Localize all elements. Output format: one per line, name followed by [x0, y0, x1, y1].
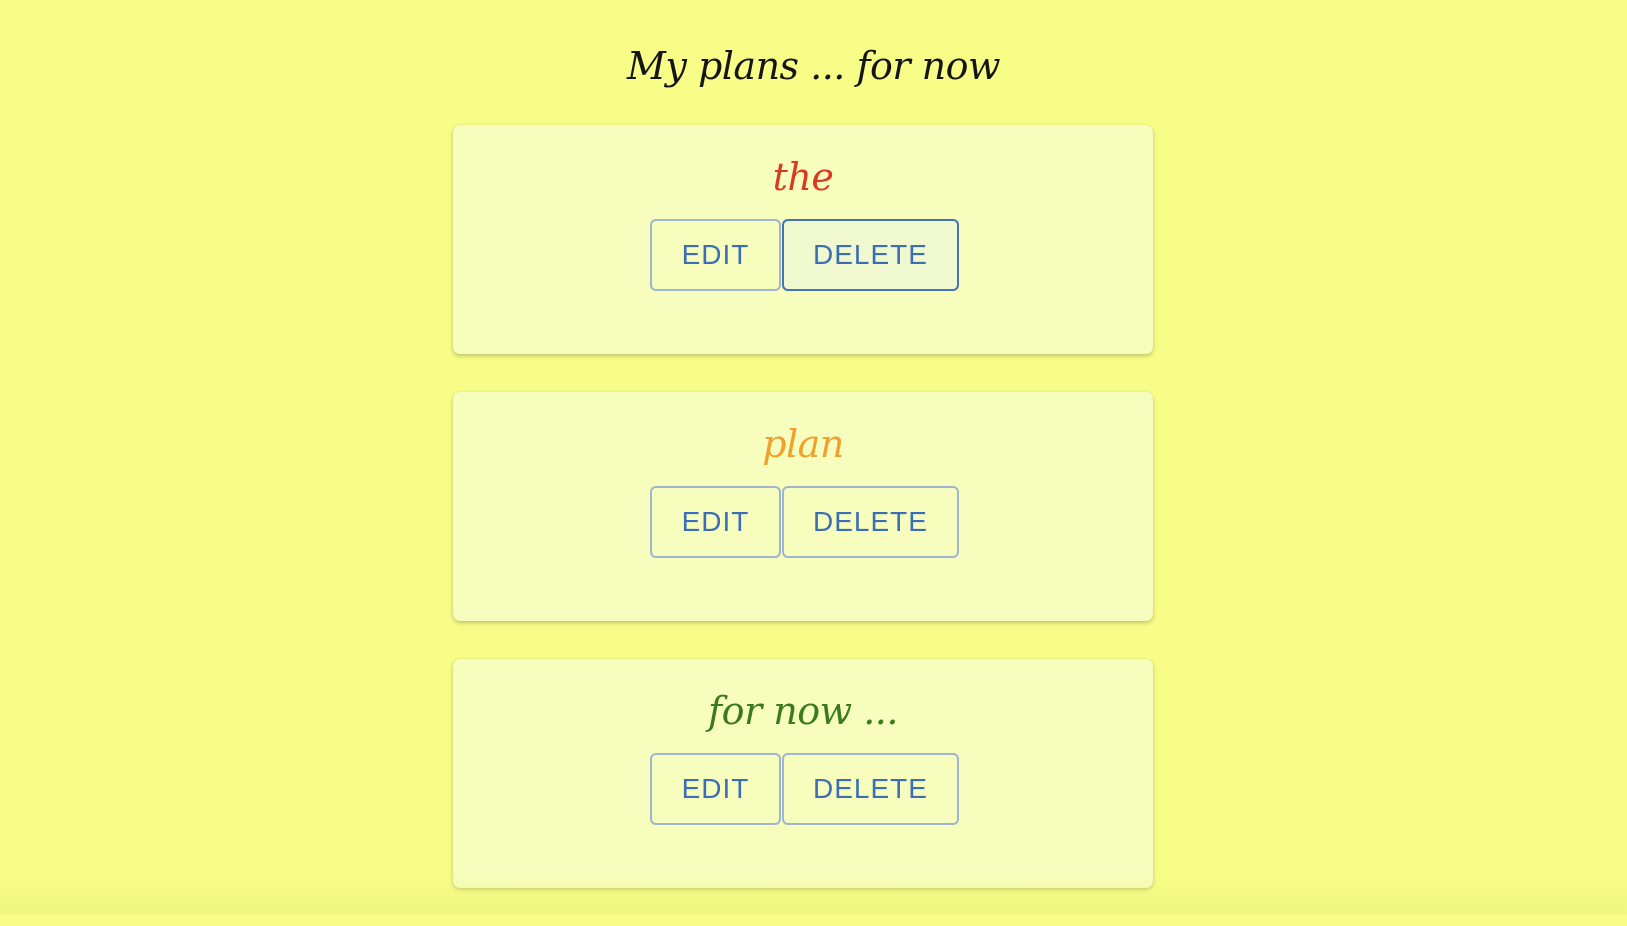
plan-card: the EDIT DELETE — [453, 125, 1153, 354]
plan-actions: EDIT DELETE — [650, 219, 959, 291]
plan-actions: EDIT DELETE — [650, 486, 959, 558]
edit-button[interactable]: EDIT — [650, 753, 781, 825]
plan-title: plan — [762, 422, 844, 466]
plan-actions: EDIT DELETE — [650, 753, 959, 825]
plans-list: the EDIT DELETE plan EDIT DELETE for now… — [453, 125, 1153, 926]
delete-button[interactable]: DELETE — [782, 219, 959, 291]
page-title: My plans ... for now — [626, 44, 1001, 88]
edit-button[interactable]: EDIT — [650, 219, 781, 291]
plan-title: for now ... — [708, 689, 898, 733]
plan-title: the — [772, 155, 834, 199]
delete-button[interactable]: DELETE — [782, 486, 959, 558]
plan-card: plan EDIT DELETE — [453, 392, 1153, 621]
delete-button[interactable]: DELETE — [782, 753, 959, 825]
plan-card: for now ... EDIT DELETE — [453, 659, 1153, 888]
edit-button[interactable]: EDIT — [650, 486, 781, 558]
